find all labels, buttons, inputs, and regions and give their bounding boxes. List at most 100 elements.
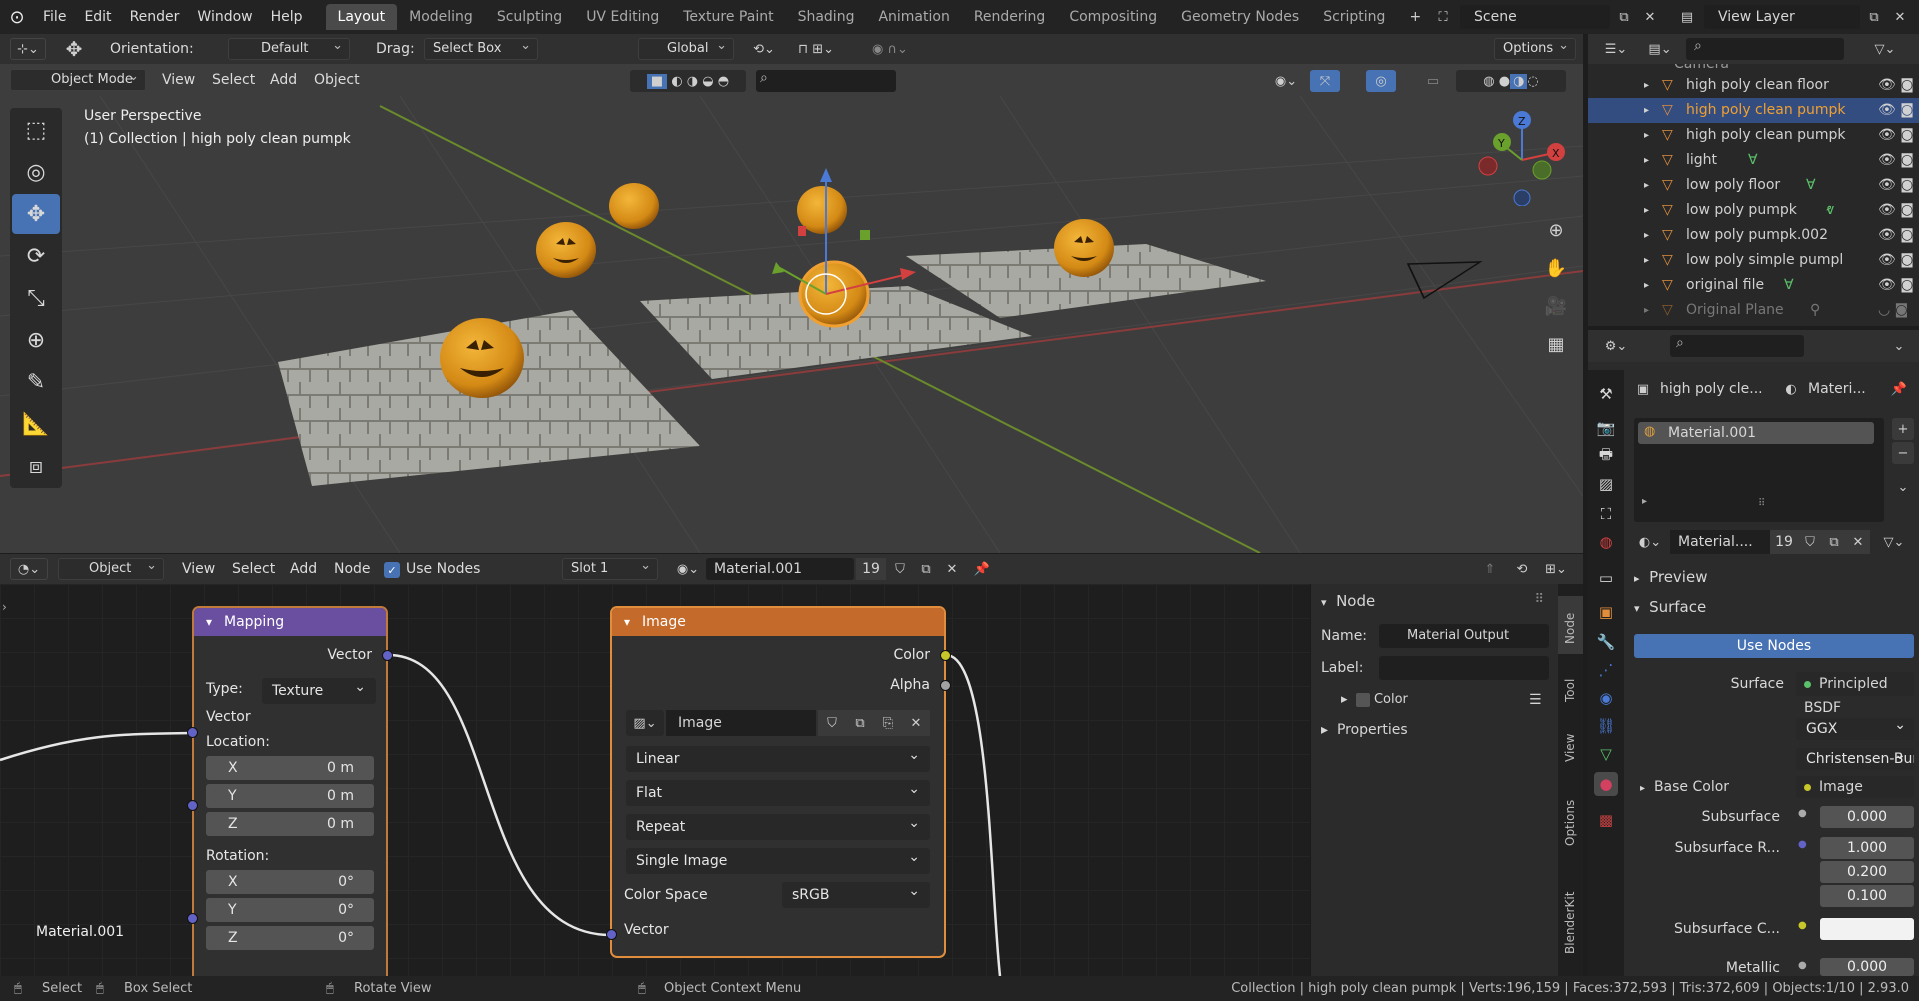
node-color-toggle[interactable]: ▸ Color [1341,692,1408,707]
tab-animation[interactable]: Animation [866,4,961,30]
menu-add[interactable]: Add [270,68,297,92]
browse-filter-icon[interactable]: ▽⌄ [1876,530,1912,554]
surface-shader-field[interactable]: Principled BSDF [1796,672,1914,716]
orientation-dropdown[interactable]: Default [228,38,350,60]
collapse-arrow-icon[interactable]: › [2,600,7,614]
props-fake-user-icon[interactable]: ⛉ [1798,530,1822,554]
outliner-item[interactable]: ▸ ▽ low poly simple pumpl 👁 ◙ [1588,248,1919,273]
navigation-gizmo-icon[interactable]: Z X Y [1470,106,1580,206]
node-snap-mode-icon[interactable]: ⊞⌄ [1536,558,1576,580]
gizmo-toggle-icon[interactable]: ⤧ [1310,70,1340,92]
surface-panel-header[interactable]: ▾ Surface [1634,598,1706,616]
image-fake-user-icon[interactable]: ⛉ [818,710,846,736]
outliner-item[interactable]: ▸ ▽ low poly floor ∀ 👁 ◙ [1588,173,1919,198]
image-color-output-socket[interactable] [940,650,951,661]
projection-dropdown[interactable]: Flat [626,776,930,806]
particles-tab-icon[interactable]: ⋰ [1594,658,1618,682]
mapping-rotation-y[interactable]: Y 0° [206,898,374,922]
menu-object[interactable]: Object [314,68,360,92]
tab-texture-paint[interactable]: Texture Paint [671,4,785,30]
unlink-material-icon[interactable]: ✕ [940,558,964,580]
parent-tree-icon[interactable]: ⇑ [1478,558,1502,580]
move-tool-button-icon[interactable]: ✥ [12,194,60,234]
tab-scripting[interactable]: Scripting [1311,4,1397,30]
image-node-title[interactable]: Image [612,608,944,636]
menu-select[interactable]: Select [212,68,255,92]
properties-panel-header[interactable]: ▸ Properties [1321,722,1408,738]
properties-pin-icon[interactable]: 📌 [1890,380,1908,398]
blender-logo-icon[interactable]: ⊙ [0,0,34,34]
outliner-editor-type-icon[interactable]: ☰⌄ [1598,38,1634,60]
subsurface-method-dropdown[interactable]: Christensen-Burley [1796,748,1914,770]
sidebar-tab-options[interactable]: Options [1563,800,1577,846]
sidebar-tab-node[interactable]: Node [1563,613,1577,644]
rotate-tool-icon[interactable]: ⟳ [12,236,60,276]
material-browse-props-icon[interactable]: ◐⌄ [1632,530,1668,554]
mapping-rotation-socket[interactable] [187,913,198,924]
node-menu-add[interactable]: Add [290,557,317,581]
viewport-search-input[interactable]: ⌕ [756,70,896,92]
subsurface-radius-z[interactable]: 0.100 [1820,885,1914,907]
image-texture-node[interactable]: Image Color Alpha ▨⌄ Image ⛉ ⧉ ⎘ ✕ Linea… [612,608,944,956]
use-nodes-button[interactable]: Use Nodes [1634,634,1914,658]
outliner-search-input[interactable]: ⌕ [1686,38,1844,60]
interpolation-dropdown[interactable]: Linear [626,742,930,772]
node-editor-type-icon[interactable]: ◔⌄ [10,558,48,580]
node-editor-canvas[interactable]: Mapping Vector Type: Texture Vector Loca… [0,584,1310,976]
outliner-item[interactable]: ▸ ▽ high poly clean pumpk 👁 ◙ [1588,123,1919,148]
menu-file[interactable]: File [34,0,75,34]
image-vector-input-socket[interactable] [606,929,617,940]
image-alpha-output-socket[interactable] [940,680,951,691]
mapping-rotation-x[interactable]: X 0° [206,870,374,894]
outliner-item[interactable]: ▸ ▽ high poly clean floor 👁 ◙ [1588,73,1919,98]
measure-tool-icon[interactable]: 📐 [12,404,60,444]
menu-render[interactable]: Render [121,0,189,34]
texture-tab-icon[interactable]: ▩ [1594,808,1618,832]
camera-view-icon[interactable]: 🎥 [1540,290,1572,322]
material-users-count[interactable]: 19 [856,558,886,580]
menu-view[interactable]: View [162,68,195,92]
shader-type-dropdown[interactable]: Object [58,558,164,580]
physics-tab-icon[interactable]: ◉ [1594,686,1618,710]
subsurface-color-socket-dot[interactable]: ● [1798,920,1807,931]
node-menu-node[interactable]: Node [334,557,371,581]
outliner-item[interactable]: ▸ ▽ original file ∀ 👁 ◙ [1588,273,1919,298]
material-user-count[interactable]: 19 [1770,530,1798,554]
color-space-dropdown[interactable]: sRGB [782,878,930,908]
menu-edit[interactable]: Edit [75,0,120,34]
slot-specials-icon[interactable]: ⌄ [1892,476,1914,498]
material-browse-icon[interactable]: ◉⌄ [670,558,706,580]
mapping-type-dropdown[interactable]: Texture [262,674,376,704]
view-layer-tab-icon[interactable]: ▨ [1594,472,1618,496]
scale-tool-icon[interactable]: ⤡ [12,278,60,318]
node-menu-select[interactable]: Select [232,557,275,581]
tab-layout[interactable]: Layout [325,4,398,30]
drag-dropdown[interactable]: Select Box [424,38,538,60]
base-color-field[interactable]: Image [1796,776,1914,798]
material-field[interactable]: Material.... [1670,530,1770,554]
outliner-item[interactable]: ▸ ▽ low poly pumpk.002 👁 ◙ [1588,223,1919,248]
display-mode-icon[interactable]: ▤⌄ [1642,38,1678,60]
metallic-value[interactable]: 0.000 [1820,958,1914,976]
node-name-field[interactable]: Material Output [1379,624,1549,648]
subsurface-value[interactable]: 0.000 [1820,806,1914,828]
editor-type-icon[interactable]: ⊹⌄ [10,38,46,60]
transform-orientation-dropdown[interactable]: Global [638,38,734,60]
outliner-item-selected[interactable]: ▸ ▽ high poly clean pumpk 👁 ◙ [1588,98,1919,123]
extension-dropdown[interactable]: Repeat [626,810,930,840]
filter-icon[interactable]: ▽⌄ [1868,38,1902,60]
fake-user-shield-icon[interactable]: ⛉ [888,558,912,580]
mapping-location-z[interactable]: Z0 m [206,812,374,836]
menu-help[interactable]: Help [262,0,312,34]
subsurface-socket-dot[interactable]: ● [1798,808,1807,819]
list-resize-icon[interactable]: ⠿ [1758,498,1765,509]
snap-icon[interactable]: ⊓ ⊞⌄ [786,38,846,60]
annotate-tool-icon[interactable]: ✎ [12,362,60,402]
outliner-item[interactable]: ▸ ▽ light ∀ 👁 ◙ [1588,148,1919,173]
mapping-vector-output-socket[interactable] [382,650,393,661]
tab-modeling[interactable]: Modeling [397,4,485,30]
base-color-label[interactable]: ▸ Base Color [1640,779,1729,795]
preview-panel-header[interactable]: ▸ Preview [1634,568,1707,586]
properties-editor-type-icon[interactable]: ⚙⌄ [1598,335,1634,357]
tab-sculpting[interactable]: Sculpting [485,4,574,30]
